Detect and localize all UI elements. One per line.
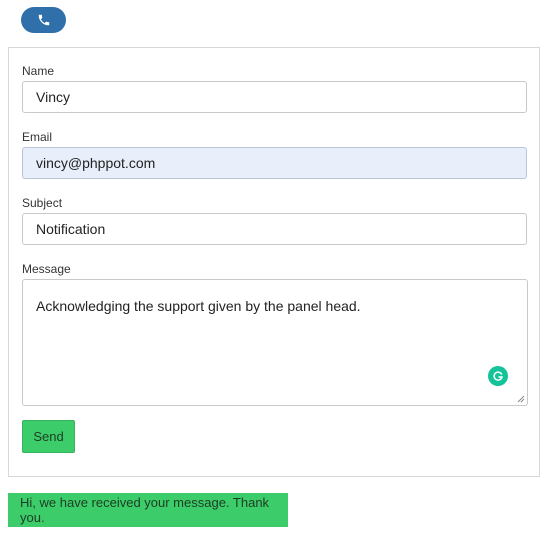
phone-button[interactable]	[21, 7, 66, 33]
email-value: vincy@phppot.com	[36, 155, 156, 171]
name-value: Vincy	[36, 89, 70, 105]
message-value: Acknowledging the support given by the p…	[36, 298, 361, 314]
subject-label: Subject	[22, 196, 63, 210]
success-text: Hi, we have received your message. Thank…	[20, 495, 270, 525]
grammarly-icon[interactable]	[488, 366, 508, 386]
phone-icon	[37, 13, 51, 27]
message-textarea[interactable]: Acknowledging the support given by the p…	[22, 279, 528, 406]
send-button[interactable]: Send	[22, 420, 75, 453]
email-field[interactable]: vincy@phppot.com	[22, 147, 527, 179]
email-label: Email	[22, 130, 53, 144]
subject-field[interactable]: Notification	[22, 213, 527, 245]
name-label: Name	[22, 64, 55, 78]
success-message: Hi, we have received your message. Thank…	[8, 493, 288, 527]
name-field[interactable]: Vincy	[22, 81, 527, 113]
resize-handle-icon[interactable]	[517, 395, 525, 403]
message-label: Message	[22, 262, 71, 276]
subject-value: Notification	[36, 221, 106, 237]
